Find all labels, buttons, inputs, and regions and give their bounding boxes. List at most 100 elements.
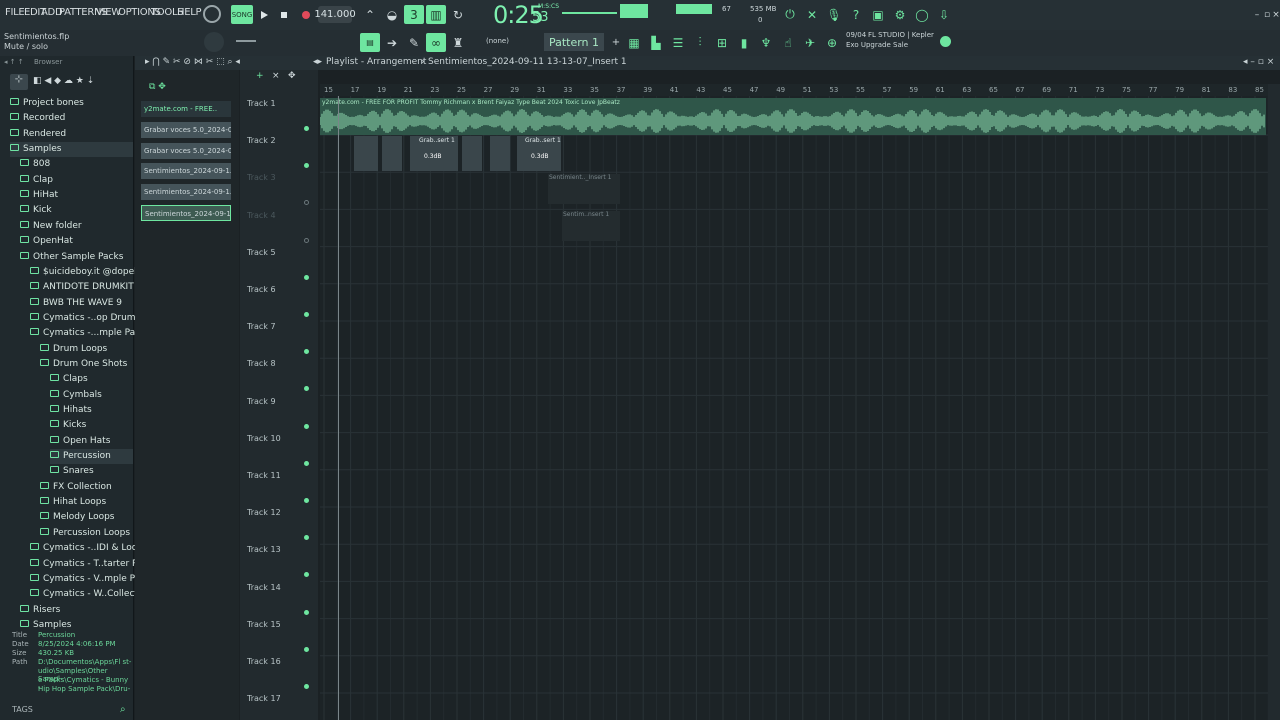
browser-item[interactable]: Cymatics - W..Collection	[30, 587, 152, 602]
track-label[interactable]: Track 4	[247, 211, 276, 220]
browser-item[interactable]: BWB THE WAVE 9	[30, 296, 133, 311]
browser-item[interactable]: Cymatics -..op Drum Kit	[30, 311, 150, 326]
playlist-button[interactable]: ▦	[624, 33, 644, 52]
browser-item[interactable]: Open Hats	[50, 434, 133, 449]
browser-item[interactable]: $uicideboy.it @dopekit	[30, 265, 145, 280]
browser-item[interactable]: ANTIDOTE DRUMKIT	[30, 280, 134, 295]
shop-button[interactable]: ⊕	[822, 33, 842, 52]
search-icon[interactable]: ⌕	[120, 704, 126, 715]
download-button[interactable]: ⇩	[934, 5, 954, 24]
track-label[interactable]: Track 17	[247, 694, 281, 703]
audio-clip-grab-1[interactable]: Grab..sert 1 0.3dB	[410, 136, 458, 171]
playlist-window-controls[interactable]: ◂ – ▫ ×	[1243, 57, 1274, 67]
track-mute-led[interactable]	[304, 274, 309, 280]
track-mute-led[interactable]	[304, 572, 309, 578]
stamp-tool-button[interactable]: ♜	[448, 33, 468, 52]
picker-clip[interactable]: Grabar voces 5.0_2024-0..	[141, 142, 231, 159]
main-pitch-slider[interactable]	[236, 40, 256, 42]
muted-clip-1[interactable]: Sentimient.._Insert 1	[548, 174, 620, 204]
track-mute-led[interactable]	[304, 163, 309, 169]
browser-item[interactable]: Kick	[20, 203, 133, 218]
browser-item[interactable]: Cymatics - T..tarter Pack	[30, 557, 153, 572]
loop-record-button[interactable]: ↻	[448, 5, 468, 24]
online-button[interactable]: ⏻	[780, 5, 800, 24]
track-mute-led[interactable]	[304, 423, 309, 429]
plugin-button[interactable]: ⚙	[890, 5, 910, 24]
project-info-button[interactable]: ✈	[800, 33, 820, 52]
track-label[interactable]: Track 1	[247, 99, 276, 108]
track-mute-led[interactable]	[304, 498, 309, 503]
browser-item[interactable]: Melody Loops	[40, 510, 133, 525]
timeline-ruler[interactable]: 15 17 19 21 23 25 27 29 31 33 35 37 39 41 43 45 47 49 51 53…	[320, 84, 1268, 96]
track-mute-led[interactable]	[304, 200, 309, 206]
audio-clip-small-1[interactable]	[354, 136, 378, 171]
browser-item[interactable]: Risers	[20, 603, 133, 618]
news-line1[interactable]: FL STUDIO | Kepler	[868, 31, 934, 39]
track-label[interactable]: Track 5	[247, 248, 276, 257]
picker-clip[interactable]: Grabar voces 5.0_2024-0..	[141, 121, 231, 138]
browser-item[interactable]: Drum One Shots	[40, 357, 133, 372]
browser-item[interactable]: Rendered	[10, 127, 133, 142]
picker-clip[interactable]: Sentimientos_2024-09-1..	[141, 163, 231, 180]
track-label[interactable]: Track 6	[247, 285, 276, 294]
close-button[interactable]: ×	[1266, 5, 1280, 24]
track-mute-led[interactable]	[304, 312, 309, 317]
browser-item[interactable]: Drum Loops	[40, 342, 133, 357]
browser-item[interactable]: Project bones	[10, 96, 133, 111]
menu-help[interactable]: HELP	[177, 7, 202, 18]
browser-item[interactable]: Cymatics - V..mple Pack	[30, 572, 150, 587]
browser-button[interactable]: ▮	[734, 33, 754, 52]
browser-item[interactable]: Samples	[10, 142, 133, 158]
picker-clip[interactable]: Sentimientos_2024-09-1..	[141, 184, 231, 201]
master-pitch-slider[interactable]	[562, 12, 617, 14]
add-track-icon[interactable]: +	[256, 71, 264, 81]
track-mute-led[interactable]	[304, 126, 309, 131]
master-volume-knob[interactable]	[203, 5, 221, 23]
audio-clip-small-2[interactable]	[382, 136, 402, 171]
browser-item[interactable]: Hihats	[50, 403, 133, 418]
track-mute-led[interactable]	[304, 460, 309, 466]
menu-file[interactable]: FILE	[5, 7, 25, 18]
track-mute-led[interactable]	[304, 609, 309, 615]
save-button[interactable]: ▣	[868, 5, 888, 24]
browser-item[interactable]: Cymbals	[50, 388, 133, 403]
browser-item[interactable]: Percussion	[50, 449, 133, 465]
tools-button[interactable]: ✕	[802, 5, 822, 24]
browser-item[interactable]: OpenHat	[20, 234, 133, 249]
audio-clip-grab-2[interactable]: Grab..sert 1 0.3dB	[517, 136, 561, 171]
browser-item[interactable]: Kicks	[50, 418, 133, 433]
plugin-db-button[interactable]: ♆	[756, 33, 776, 52]
browser-item[interactable]: Other Sample Packs	[20, 250, 133, 265]
help-button[interactable]: ?	[846, 5, 866, 24]
browser-item[interactable]: 808	[20, 157, 133, 172]
snap-selector[interactable]: (none)	[486, 37, 509, 45]
track-mute-led[interactable]	[304, 386, 309, 392]
news-line2[interactable]: Exo Upgrade Sale	[846, 41, 908, 49]
main-volume-knob[interactable]	[204, 32, 224, 52]
track-label[interactable]: Track 11	[247, 471, 281, 480]
channel-rack-button[interactable]: ☰	[668, 33, 688, 52]
plugin-picker-button[interactable]: ⊞	[712, 33, 732, 52]
wait-input-button[interactable]: ◒	[382, 5, 402, 24]
track-label[interactable]: Track 13	[247, 545, 281, 554]
delete-track-icon[interactable]: ×	[272, 71, 280, 81]
chat-button[interactable]: ◯	[912, 5, 932, 24]
play-button[interactable]	[254, 5, 274, 24]
song-pat-toggle[interactable]: SONG	[231, 5, 253, 24]
track-label[interactable]: Track 14	[247, 583, 281, 592]
browser-item[interactable]: FX Collection	[40, 480, 133, 495]
track-label[interactable]: Track 15	[247, 620, 281, 629]
browser-item[interactable]: New folder	[20, 219, 133, 234]
track-label[interactable]: Track 12	[247, 508, 281, 517]
playlist-view-button[interactable]: ▤	[360, 33, 380, 52]
countdown-button[interactable]: 3	[404, 5, 424, 24]
main-audio-clip[interactable]: y2mate.com - FREE FOR PROFIT Tommy Richm…	[320, 98, 1266, 135]
vertical-scrollbar[interactable]	[1268, 84, 1280, 720]
playlist-grid[interactable]: y2mate.com - FREE FOR PROFIT Tommy Richm…	[320, 96, 1268, 720]
picker-clip[interactable]: Sentimientos_2024-09-1..	[141, 205, 231, 221]
metronome-button[interactable]: ⌃	[360, 5, 380, 24]
move-icon[interactable]: ✥	[288, 71, 296, 81]
browser-all-button[interactable]: ⊹	[10, 74, 28, 90]
browser-item[interactable]: Percussion Loops	[40, 526, 133, 541]
playhead[interactable]	[338, 96, 339, 720]
